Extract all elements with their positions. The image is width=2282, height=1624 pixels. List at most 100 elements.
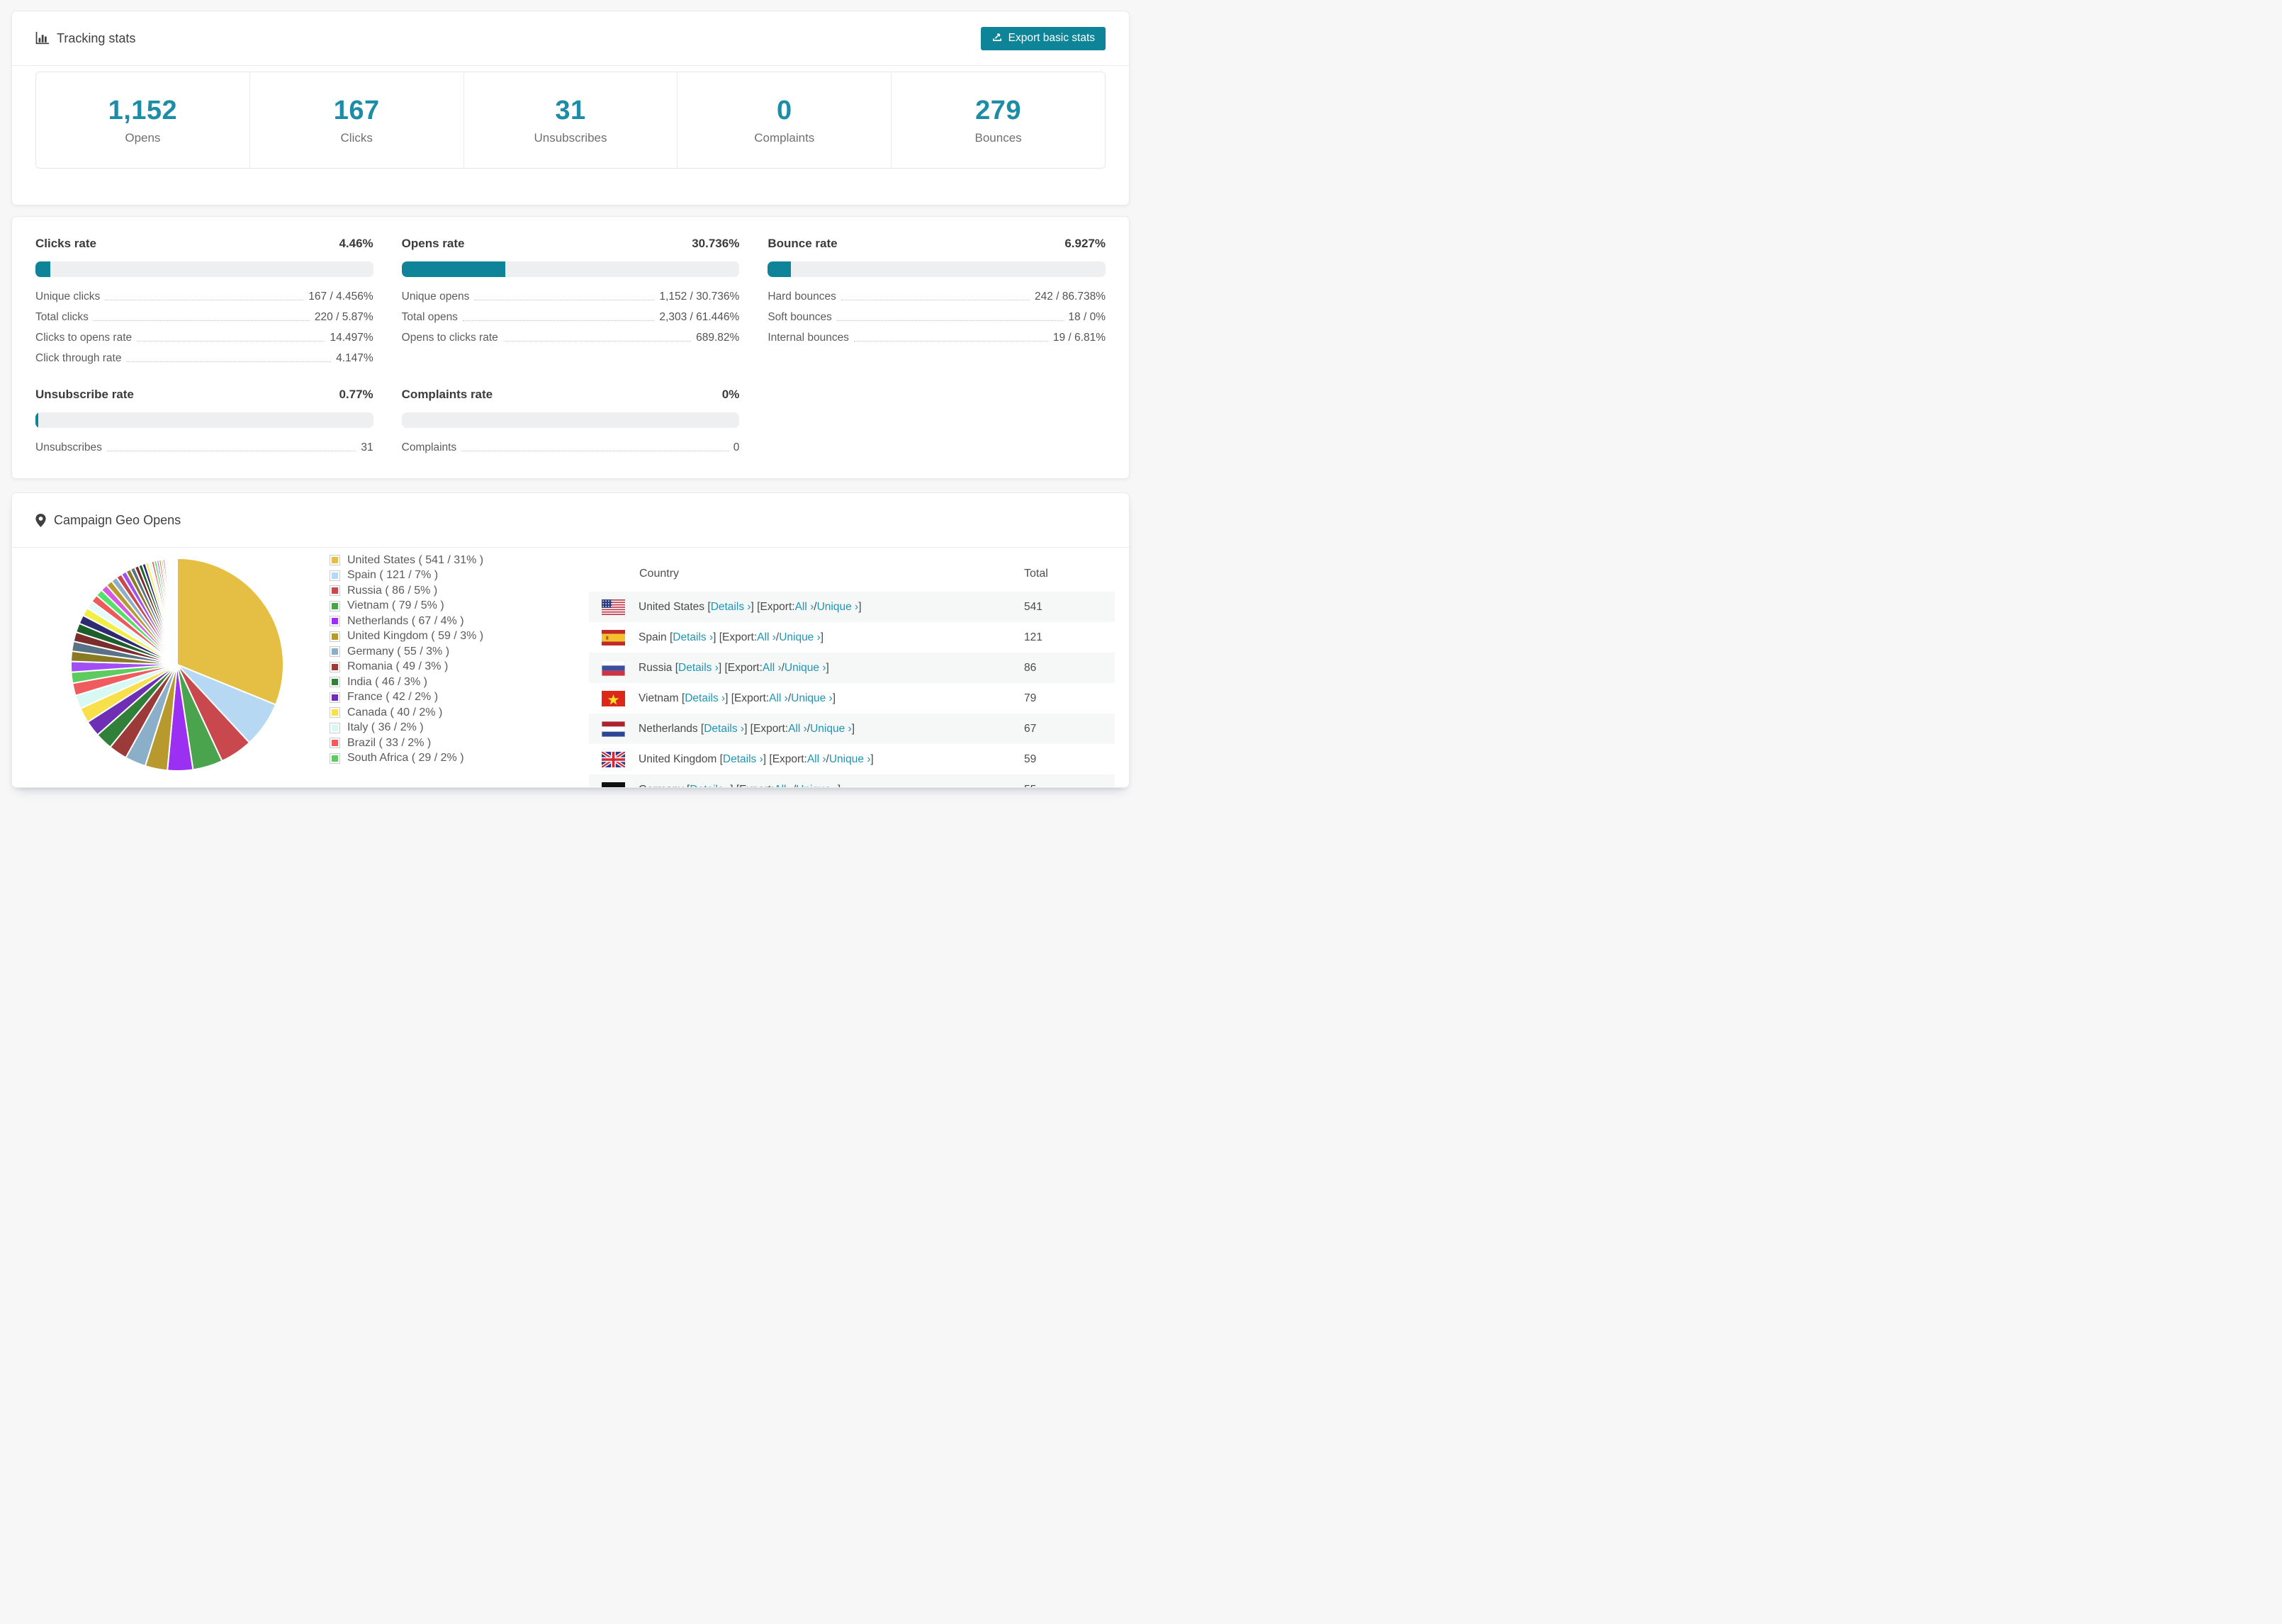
stat-value: 31 [555,95,586,125]
export-all-link[interactable]: All › [774,784,793,788]
bracket-text: [ [697,722,704,735]
legend-color-chip [330,722,340,733]
export-all-link[interactable]: All › [788,723,807,735]
rate-rows: Hard bounces 242 / 86.738% Soft bounces 18 … [768,291,1106,344]
geo-table-header-row: Country Total [589,558,1115,592]
rate-row-value: 18 / 0% [1068,311,1106,323]
legend-label: United States ( 541 / 31% ) [347,553,484,566]
details-link[interactable]: Details › [678,662,719,675]
rate-row-label: Total clicks [35,311,89,323]
rate-row: Opens to clicks rate 689.82% [402,332,740,344]
rate-block-opens-rate: Opens rate 30.736% Unique opens 1,152 / 30.… [401,237,740,365]
details-link[interactable]: Details › [685,692,725,705]
legend-label: Netherlands ( 67 / 4% ) [347,614,464,627]
stat-box: 1,152 Opens [36,72,250,168]
details-link[interactable]: Details › [711,601,751,614]
stat-label: Bounces [974,130,1022,145]
legend-label: South Africa ( 29 / 2% ) [347,752,464,765]
export-unique-link[interactable]: Unique › [796,784,838,788]
details-link[interactable]: Details › [690,784,730,788]
geo-table-cell-total: 55 [1024,774,1115,788]
export-icon [991,31,1003,46]
export-unique-link[interactable]: Unique › [779,631,821,644]
bracket-text: [ [684,784,690,788]
dotted-leader [853,341,1048,342]
rate-row-value: 19 / 6.81% [1052,332,1106,344]
rates-grid: Clicks rate 4.46% Unique clicks 167 / 4.456… [35,237,1106,454]
export-all-link[interactable]: All › [807,753,826,766]
country-inner: Netherlands [Details ›] [Export: All › /… [602,721,1024,737]
export-unique-link[interactable]: Unique › [791,692,833,705]
legend-label: France ( 42 / 2% ) [347,691,439,704]
rate-value: 6.927% [1064,237,1106,250]
bracket-text: ] [Export: [713,631,758,643]
rate-row-value: 242 / 86.738% [1035,291,1106,303]
bracket-text: ] [Export: [730,784,774,788]
tracking-stats-title: Tracking stats [35,31,135,46]
rate-title: Opens rate [401,237,465,250]
country-inner: United Kingdom [Details ›] [Export: All … [602,751,1024,767]
rate-row-label: Unsubscribes [35,441,102,453]
details-link[interactable]: Details › [704,723,744,735]
export-basic-stats-button[interactable]: Export basic stats [980,26,1106,50]
export-all-link[interactable]: All › [769,692,788,705]
geo-content: United States ( 541 / 31% ) Spain ( 121 /… [12,548,1129,788]
rate-row-label: Unique clicks [35,291,101,303]
flag-gb-icon [602,751,625,767]
rate-value: 30.736% [692,237,740,250]
geo-table-cell-country: Vietnam [Details ›] [Export: All › / Uni… [589,683,1024,714]
rate-row-value: 167 / 4.456% [308,291,373,303]
rate-rows: Complaints 0 [402,441,740,454]
stat-box: 0 Complaints [678,72,892,168]
stat-label: Complaints [754,130,815,145]
details-link[interactable]: Details › [673,631,713,644]
bracket-text: ] [826,661,829,674]
legend-color-chip [330,600,340,611]
legend-item-india: India ( 46 / 3% ) [330,675,483,690]
export-all-link[interactable]: All › [757,631,776,644]
rate-row: Hard bounces 242 / 86.738% [768,291,1106,303]
rate-row-label: Opens to clicks rate [401,332,498,344]
legend-color-chip [330,555,340,566]
rate-block-unsubscribe-rate: Unsubscribe rate 0.77% Unsubscribes 31 [35,388,373,454]
rate-row-value: 4.147% [336,352,373,364]
rate-head: Complaints rate 0% [402,388,740,402]
export-unique-link[interactable]: Unique › [810,723,852,735]
legend-color-chip [330,661,340,672]
rate-row: Click through rate 4.147% [35,352,373,365]
rates-card: Clicks rate 4.46% Unique clicks 167 / 4.456… [11,216,1130,479]
rate-row: Complaints 0 [402,441,740,454]
export-all-link[interactable]: All › [795,601,814,614]
bracket-text: ] [851,722,855,735]
pie-slice-other[interactable] [176,557,178,665]
progress-bar-fill [35,412,38,428]
rate-row-label: Soft bounces [768,311,832,323]
legend-color-chip [330,585,340,597]
rate-row-value: 220 / 5.87% [314,311,373,323]
geo-table-wrap: Country Total United States [Details ›] … [589,548,1115,788]
export-all-link[interactable]: All › [763,662,782,675]
export-unique-link[interactable]: Unique › [785,662,826,675]
flag-us-icon [602,599,625,615]
tracking-stats-card: Tracking stats Export basic stats 1,152 O… [11,11,1130,205]
legend-item-united-states: United States ( 541 / 31% ) [330,553,483,568]
details-link[interactable]: Details › [723,753,763,766]
rate-block-bounce-rate: Bounce rate 6.927% Hard bounces 242 / 86.73… [768,237,1106,365]
dotted-leader [93,320,310,321]
tracking-stats-header: Tracking stats Export basic stats [12,11,1129,66]
geo-table-cell-country: United Kingdom [Details ›] [Export: All … [589,744,1024,774]
legend-color-chip [330,692,340,703]
tracking-stats-title-text: Tracking stats [57,30,136,45]
rate-row-label: Unique opens [401,291,470,303]
export-unique-link[interactable]: Unique › [817,601,859,614]
bracket-text: ] [832,692,836,704]
bracket-text: ] [Export: [725,692,770,704]
export-unique-link[interactable]: Unique › [829,753,871,766]
legend-label: India ( 46 / 3% ) [347,675,427,688]
dotted-leader [502,341,692,342]
dotted-leader [836,320,1064,321]
country-name: Netherlands [639,722,698,735]
geo-table-row-de: Germany [Details ›] [Export: All › / Uni… [589,774,1115,788]
legend-label: Russia ( 86 / 5% ) [347,584,438,597]
stats-summary-box: 1,152 Opens 167 Clicks 31 Unsubscribes 0 Compla… [35,72,1106,169]
